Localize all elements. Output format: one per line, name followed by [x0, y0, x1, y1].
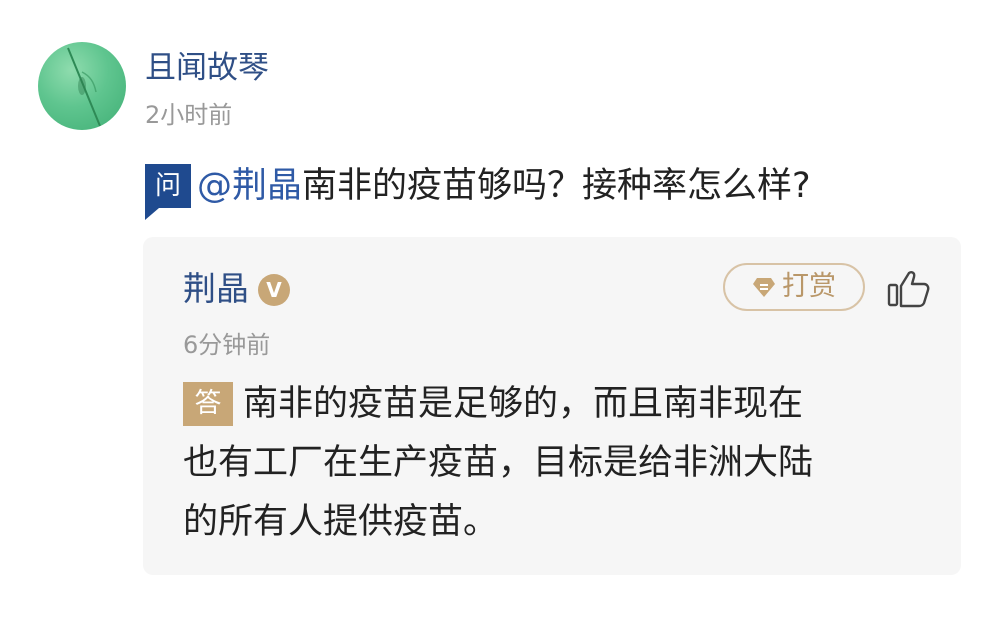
- answer-timestamp: 6分钟前: [183, 331, 271, 359]
- tip-label: 打赏: [782, 271, 836, 302]
- answer-line: 的所有人提供疫苗。: [183, 502, 499, 542]
- thumbs-up-icon: [887, 271, 930, 308]
- asker-avatar[interactable]: [38, 42, 126, 130]
- question-badge: 问: [145, 164, 191, 220]
- answer-line-text: 南非的疫苗是足够的，而且南非现在: [243, 384, 804, 424]
- answer-card: 荆晶 V 6分钟前 打赏 答南非的疫苗是足够的，而且南非现在 也有工厂在生产疫苗…: [143, 237, 961, 575]
- asker-timestamp: 2小时前: [145, 101, 233, 129]
- answerer-name[interactable]: 荆晶: [183, 266, 249, 312]
- leaf-icon: [67, 47, 101, 127]
- verified-badge-icon: V: [258, 274, 290, 306]
- answer-body: 答南非的疫苗是足够的，而且南非现在 也有工厂在生产疫苗，目标是给非洲大陆 的所有…: [183, 375, 923, 552]
- answer-line: 答南非的疫苗是足够的，而且南非现在: [183, 375, 923, 434]
- like-button[interactable]: [887, 269, 931, 309]
- tip-button[interactable]: 打赏: [723, 263, 865, 311]
- diamond-icon: [752, 275, 776, 299]
- question-mention-link[interactable]: @荆晶: [197, 160, 302, 212]
- question: 问 @荆晶 南非的疫苗够吗？接种率怎么样?: [145, 160, 811, 220]
- answer-badge: 答: [183, 382, 233, 426]
- asker-name[interactable]: 且闻故琴: [145, 46, 269, 90]
- question-text: 南非的疫苗够吗？接种率怎么样?: [302, 166, 811, 206]
- answer-line: 也有工厂在生产疫苗，目标是给非洲大陆: [183, 443, 814, 483]
- qa-page: 且闻故琴 2小时前 问 @荆晶 南非的疫苗够吗？接种率怎么样? 荆晶 V 6分钟…: [0, 0, 1000, 619]
